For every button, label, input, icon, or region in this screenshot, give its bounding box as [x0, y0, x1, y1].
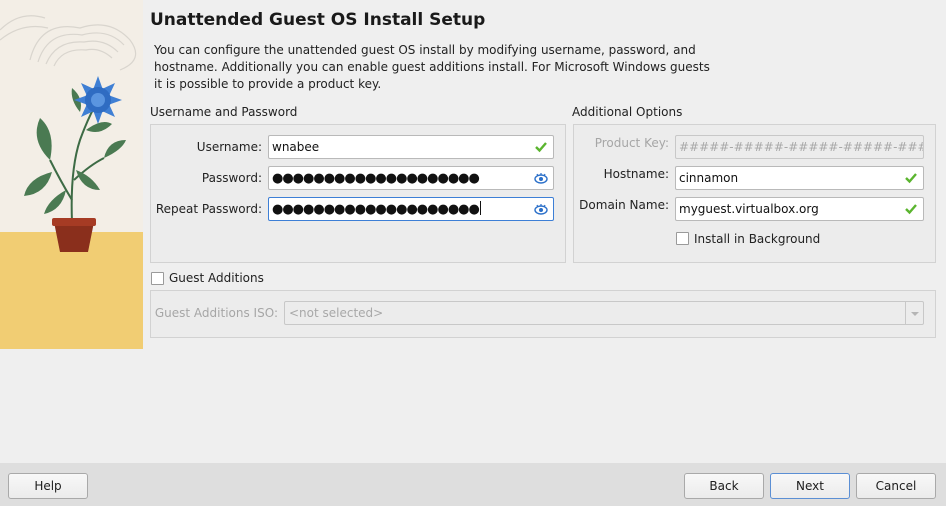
show-password-eye-icon[interactable] [534, 171, 548, 185]
valid-check-icon [535, 142, 547, 153]
username-value: wnabee [272, 140, 320, 154]
cancel-button[interactable]: Cancel [856, 473, 936, 499]
hostname-label: Hostname: [603, 167, 669, 181]
guest-additions-iso-label: Guest Additions ISO: [154, 306, 278, 320]
domain-name-label: Domain Name: [579, 198, 669, 212]
password-value: ●●●●●●●●●●●●●●●●●●●● [272, 171, 480, 186]
repeat-password-value: ●●●●●●●●●●●●●●●●●●●● [272, 202, 480, 217]
page-description: You can configure the unattended guest O… [154, 43, 710, 91]
combo-dropdown-arrow [905, 302, 923, 324]
domain-name-value: myguest.virtualbox.org [679, 202, 819, 216]
username-field[interactable]: wnabee [268, 135, 554, 159]
repeat-password-field[interactable]: ●●●●●●●●●●●●●●●●●●●● [268, 197, 554, 221]
product-key-field: #####-#####-#####-#####-##### [675, 135, 924, 159]
guest-additions-iso-value: <not selected> [289, 306, 384, 320]
credentials-group-label: Username and Password [150, 105, 298, 119]
valid-check-icon [905, 204, 917, 215]
hostname-field[interactable]: cinnamon [675, 166, 924, 190]
flower-pot-illustration [0, 15, 143, 349]
guest-additions-label[interactable]: Guest Additions [169, 271, 264, 285]
chevron-down-icon [911, 312, 919, 316]
valid-check-icon [905, 173, 917, 184]
product-key-placeholder: #####-#####-#####-#####-##### [679, 140, 924, 154]
hostname-value: cinnamon [679, 171, 739, 185]
show-repeat-password-eye-icon[interactable] [534, 202, 548, 216]
next-button[interactable]: Next [770, 473, 850, 499]
domain-name-field[interactable]: myguest.virtualbox.org [675, 197, 924, 221]
text-caret [479, 201, 481, 215]
install-in-background-checkbox[interactable] [676, 232, 689, 245]
help-button[interactable]: Help [8, 473, 88, 499]
username-label: Username: [196, 140, 262, 154]
back-button[interactable]: Back [684, 473, 764, 499]
wizard-side-illustration [0, 0, 143, 349]
password-label: Password: [201, 171, 262, 185]
password-field[interactable]: ●●●●●●●●●●●●●●●●●●●● [268, 166, 554, 190]
additional-options-group-label: Additional Options [572, 105, 683, 119]
page-title: Unattended Guest OS Install Setup [150, 10, 486, 30]
product-key-label: Product Key: [594, 136, 669, 150]
repeat-password-label: Repeat Password: [155, 202, 262, 216]
guest-additions-checkbox[interactable] [151, 272, 164, 285]
install-in-background-label[interactable]: Install in Background [694, 232, 820, 246]
guest-additions-iso-combo: <not selected> [284, 301, 924, 325]
